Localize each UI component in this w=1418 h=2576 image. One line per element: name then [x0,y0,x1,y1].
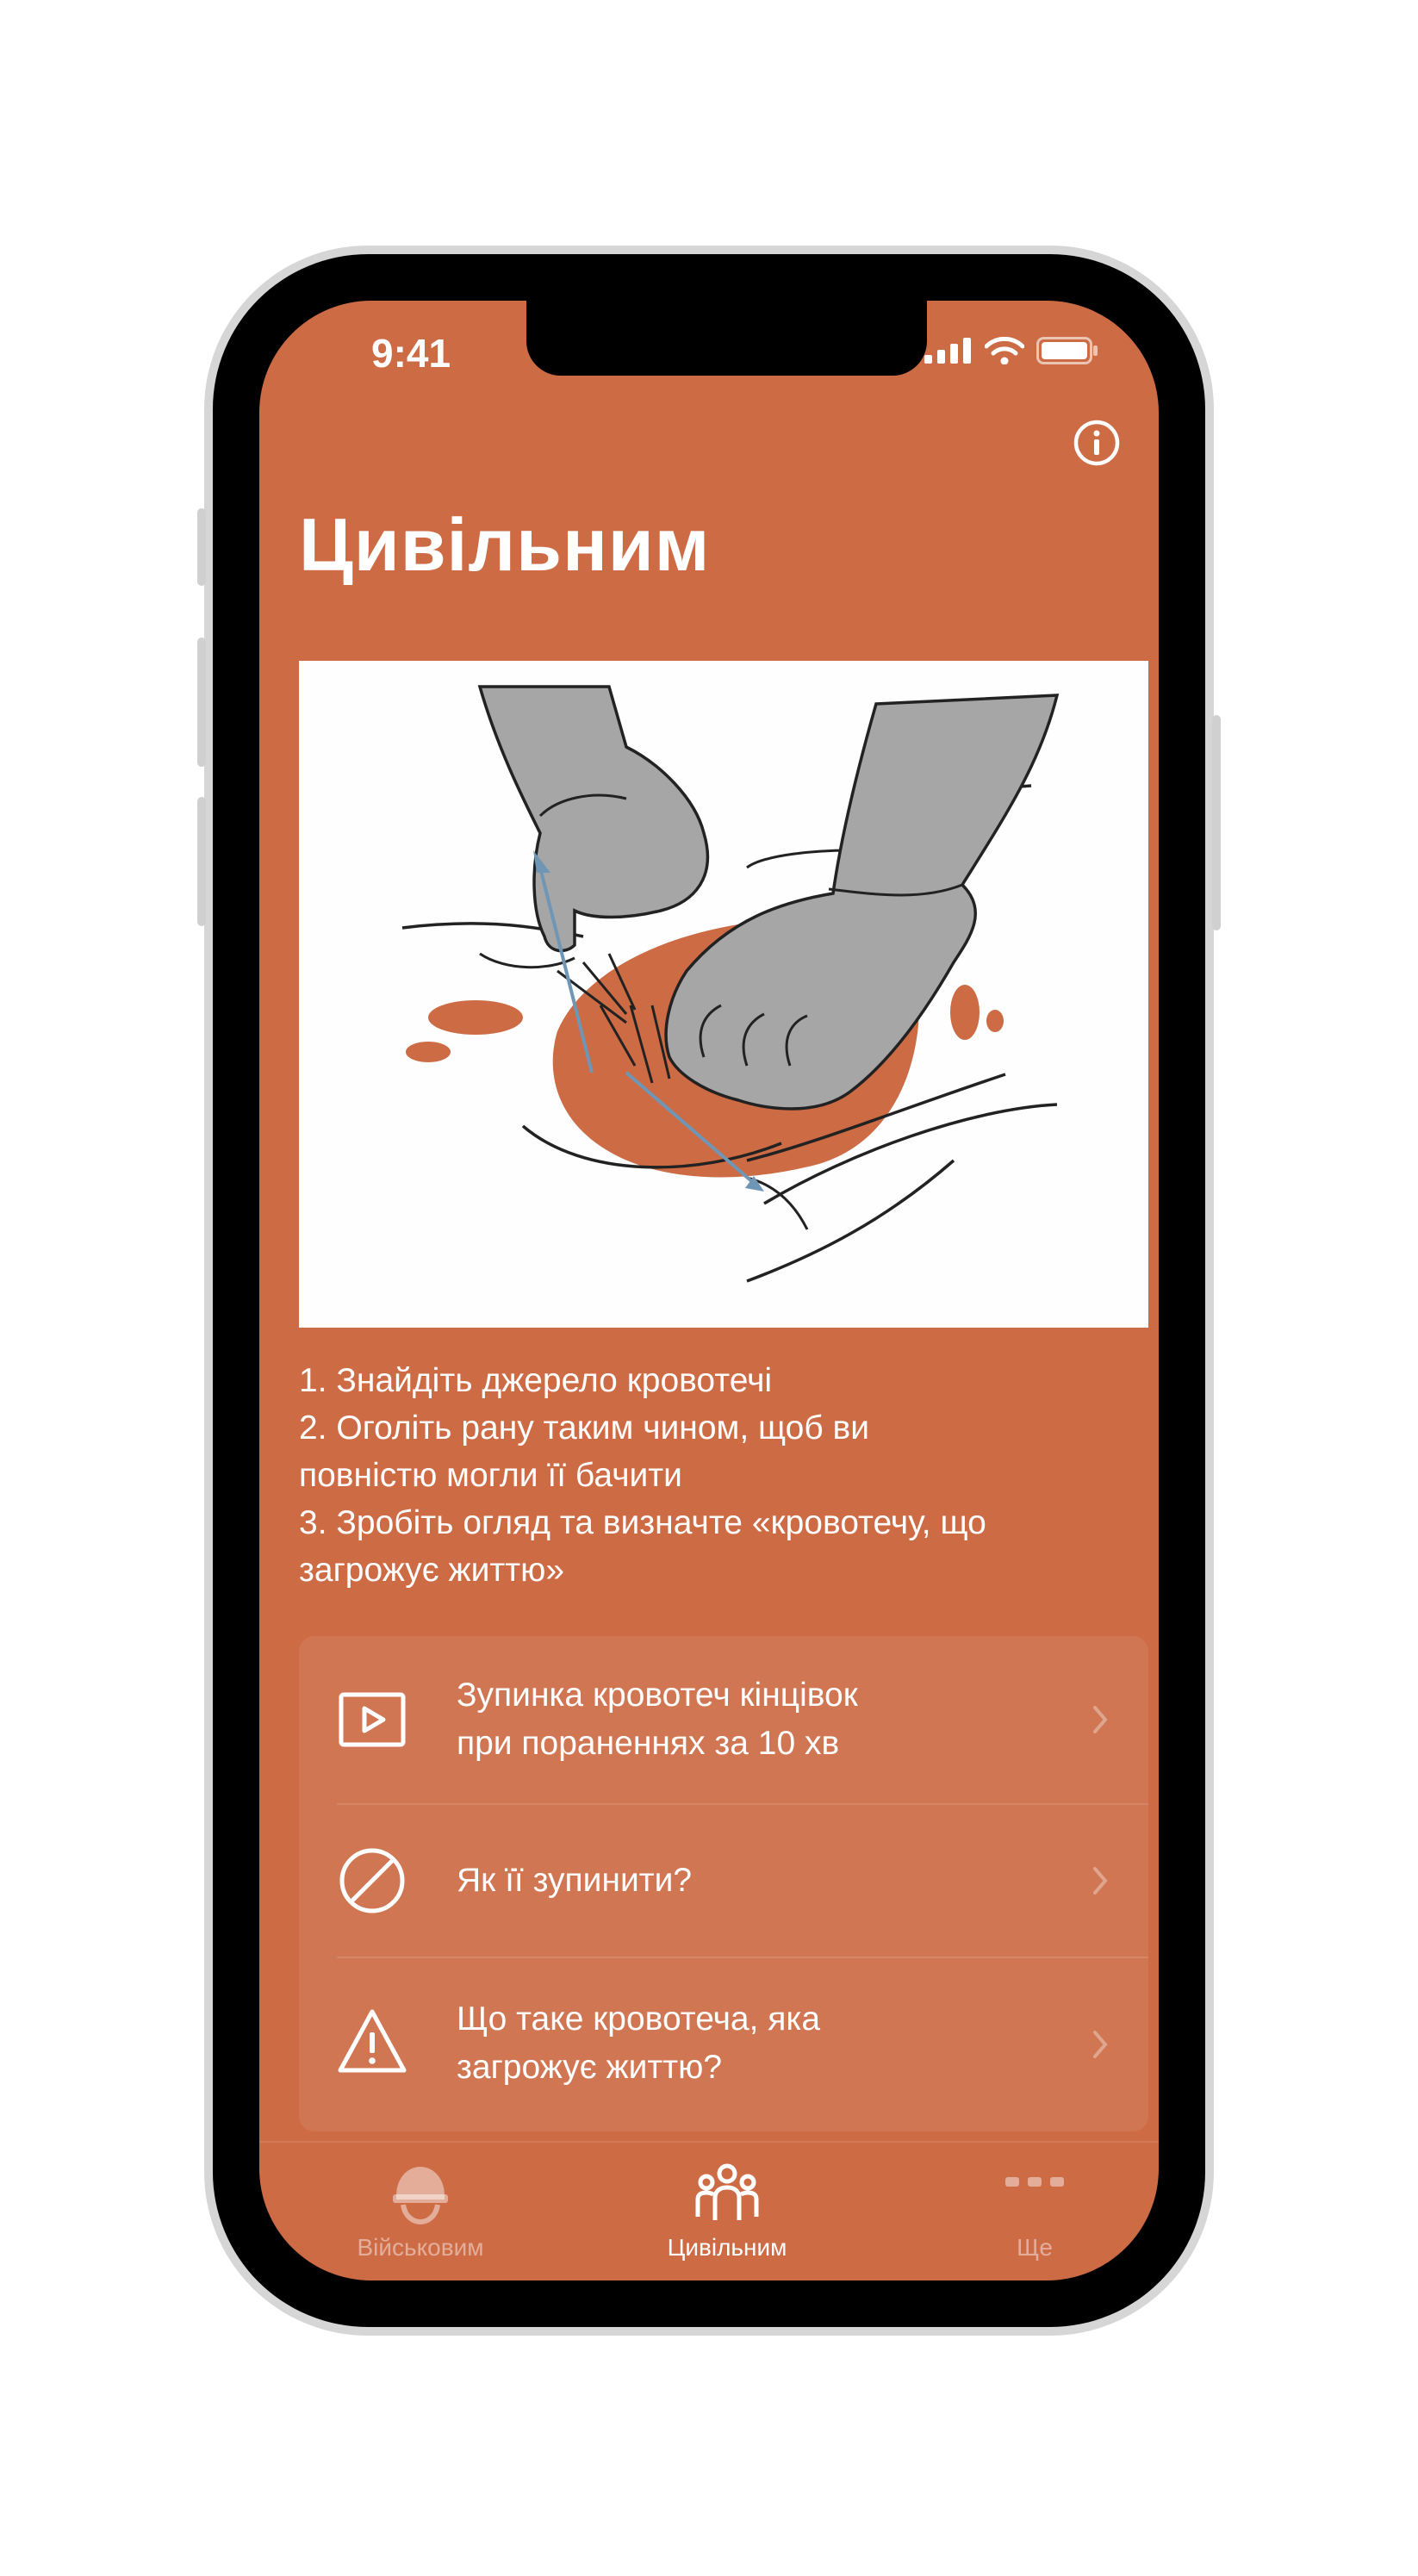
tab-label: Військовим [357,2234,484,2261]
cellular-signal-icon [924,338,971,364]
instruction-step-3: 3. Зробіть огляд та визначте «кровотечу,… [299,1504,986,1589]
video-play-icon [339,1692,406,1747]
camera-notch [526,301,927,376]
bleeding-wound-illustration [299,661,1148,1328]
instruction-step-2: 2. Оголіть рану таким чином, щоб ви повн… [299,1409,870,1494]
menu-item-video[interactable]: Зупинка кровотеч кінцівок при пораненнях… [299,1636,1148,1803]
menu-item-life-threatening[interactable]: Що таке кровотеча, яка загрожує життю? [299,1958,1148,2131]
tab-bar: Військовим Цивільним Ще [259,2141,1159,2280]
more-dots-icon [1005,2177,1064,2187]
volume-up-button [197,638,206,767]
prohibited-icon [339,1848,405,1913]
tab-label: Цивільним [667,2234,787,2261]
status-icons [924,337,1098,364]
instruction-step-1: 1. Знайдіть джерело кровотечі [299,1362,773,1399]
menu-item-label: Зупинка кровотеч кінцівок при пораненнях… [457,1677,858,1762]
volume-down-button [197,797,206,926]
chevron-right-icon [1093,2031,1108,2058]
power-button [1212,715,1221,930]
tab-more[interactable]: Ще [923,2160,1147,2262]
tab-civilian[interactable]: Цивільним [615,2160,839,2262]
chevron-right-icon [1093,1867,1108,1895]
page-title: Цивільним [299,504,711,587]
people-group-icon [695,2163,759,2220]
mute-switch [197,508,206,586]
menu-item-how-to-stop[interactable]: Як її зупинити? [299,1805,1148,1957]
phone-bezel: 9:41 Цивільним 1. Знайдіть джерело крово… [213,254,1205,2327]
instructions-list: 1. Знайдіть джерело кровотечі 2. Оголіть… [299,1357,1152,1594]
battery-icon [1036,337,1098,364]
wifi-icon [985,337,1024,364]
menu-item-label: Що таке кровотеча, яка загрожує життю? [457,2000,821,2086]
phone-frame: 9:41 Цивільним 1. Знайдіть джерело крово… [197,246,1221,2336]
topic-menu: Зупинка кровотеч кінцівок при пораненнях… [299,1636,1148,2131]
menu-item-label: Як її зупинити? [457,1862,693,1899]
tab-label: Ще [1017,2234,1053,2261]
status-time: 9:41 [371,331,451,376]
info-icon[interactable] [1073,419,1121,467]
tab-military[interactable]: Військовим [308,2160,532,2262]
app-screen: 9:41 Цивільним 1. Знайдіть джерело крово… [259,301,1159,2280]
warning-icon [338,2009,407,2073]
helmet-icon [393,2167,448,2225]
chevron-right-icon [1093,1706,1108,1733]
